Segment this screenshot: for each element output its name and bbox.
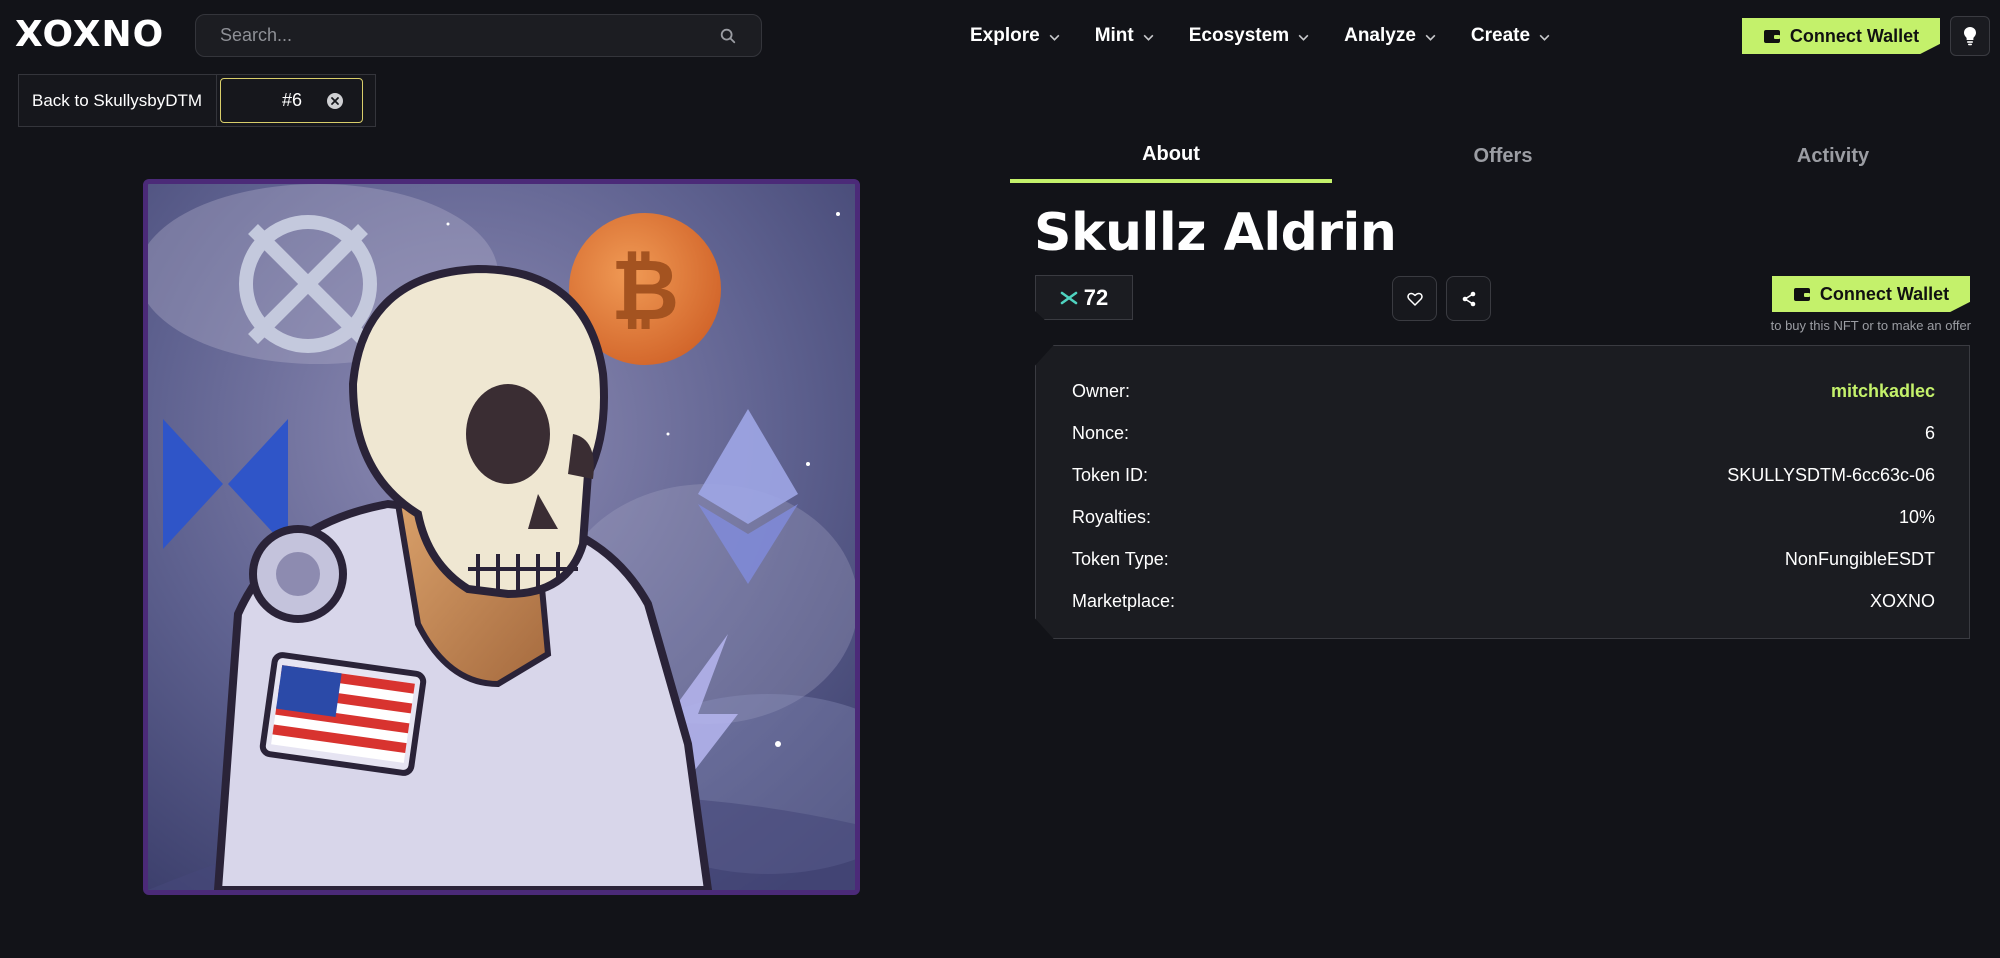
detail-key: Nonce: — [1072, 422, 1130, 443]
detail-row-owner: Owner: mitchkadlec — [1072, 370, 1935, 412]
nav-mint-label: Mint — [1094, 25, 1134, 46]
buy-hint-text: to buy this NFT or to make an offer — [1770, 318, 1971, 333]
detail-key: Marketplace: — [1072, 590, 1176, 611]
detail-value: NonFungibleESDT — [1784, 548, 1935, 569]
search-bar[interactable] — [195, 14, 762, 57]
detail-row-marketplace: Marketplace: XOXNO — [1072, 580, 1935, 622]
owner-link[interactable]: mitchkadlec — [1831, 381, 1935, 402]
connect-wallet-button[interactable]: Connect Wallet — [1742, 18, 1940, 54]
share-icon — [1462, 291, 1475, 306]
chevron-down-icon — [1425, 34, 1436, 41]
wallet-icon — [1763, 30, 1780, 43]
tab-activity[interactable]: Activity — [1673, 130, 1993, 183]
svg-text:₿: ₿ — [611, 241, 679, 339]
nft-title: Skullz Aldrin — [1034, 203, 1397, 263]
nft-details-panel: Owner: mitchkadlec Nonce: 6 Token ID: SK… — [1035, 345, 1970, 639]
heart-icon — [1406, 292, 1423, 306]
theme-toggle-button[interactable] — [1950, 16, 1990, 56]
detail-row-token-id: Token ID: SKULLYSDTM-6cc63c-06 — [1072, 454, 1935, 496]
connect-wallet-buy-button[interactable]: Connect Wallet — [1772, 276, 1970, 312]
tab-offers-label: Offers — [1473, 145, 1533, 167]
nav-mint[interactable]: Mint — [1095, 25, 1155, 47]
tab-activity-label: Activity — [1796, 145, 1870, 167]
search-icon[interactable] — [719, 27, 737, 45]
main-nav: Explore Mint Ecosystem Analyze Create — [970, 20, 1585, 52]
nav-create[interactable]: Create — [1471, 25, 1551, 47]
detail-row-token-type: Token Type: NonFungibleESDT — [1072, 538, 1935, 580]
detail-value: 6 — [1924, 422, 1935, 443]
detail-value: SKULLYSDTM-6cc63c-06 — [1727, 464, 1935, 485]
logo-text: XOXNO — [15, 14, 165, 55]
detail-key: Royalties: — [1072, 506, 1152, 527]
detail-tabs: About Offers Activity — [1010, 130, 2000, 183]
nav-ecosystem[interactable]: Ecosystem — [1189, 25, 1310, 47]
tab-about-label: About — [1142, 143, 1200, 165]
connect-wallet-buy-label: Connect Wallet — [1819, 283, 1950, 304]
rank-score-badge: 72 — [1035, 275, 1133, 320]
nav-ecosystem-label: Ecosystem — [1188, 25, 1290, 46]
nav-analyze-label: Analyze — [1344, 25, 1416, 46]
search-input[interactable] — [220, 25, 711, 46]
nav-explore-label: Explore — [970, 25, 1040, 46]
detail-value: XOXNO — [1869, 590, 1935, 611]
nav-explore[interactable]: Explore — [970, 25, 1061, 47]
nft-artwork: ₿ — [148, 184, 855, 890]
collection-breadcrumb: Back to SkullysbyDTM #6 — [18, 74, 376, 127]
nonce-filter-chip[interactable]: #6 — [220, 78, 364, 123]
detail-row-royalties: Royalties: 10% — [1072, 496, 1935, 538]
clear-icon[interactable] — [326, 92, 344, 110]
chevron-down-icon — [1049, 34, 1060, 41]
detail-key: Token Type: — [1072, 548, 1169, 569]
nav-create-label: Create — [1470, 25, 1531, 46]
wallet-icon — [1793, 288, 1810, 301]
nft-image[interactable]: ₿ — [143, 179, 860, 895]
top-bar: XOXNO Explore Mint Ecosystem Analyze Cre… — [0, 0, 2000, 72]
detail-row-nonce: Nonce: 6 — [1072, 412, 1935, 454]
xoxno-score-icon — [1060, 291, 1078, 304]
tab-offers[interactable]: Offers — [1343, 130, 1663, 183]
lightbulb-icon — [1964, 27, 1976, 46]
chevron-down-icon — [1143, 34, 1154, 41]
connect-wallet-label: Connect Wallet — [1789, 25, 1920, 46]
detail-value: 10% — [1898, 506, 1935, 527]
tab-about[interactable]: About — [1010, 130, 1332, 183]
detail-key: Token ID: — [1072, 464, 1149, 485]
xoxno-logo[interactable]: XOXNO — [15, 14, 165, 55]
back-link-label: Back to SkullysbyDTM — [32, 90, 203, 110]
nonce-filter-label: #6 — [282, 90, 303, 110]
back-to-collection-link[interactable]: Back to SkullysbyDTM — [19, 75, 218, 126]
favorite-button[interactable] — [1392, 276, 1437, 321]
chevron-down-icon — [1539, 34, 1550, 41]
nav-analyze[interactable]: Analyze — [1344, 25, 1437, 47]
chevron-down-icon — [1298, 34, 1309, 41]
detail-key: Owner: — [1072, 380, 1131, 401]
share-button[interactable] — [1446, 276, 1491, 321]
rank-score-value: 72 — [1083, 284, 1109, 310]
